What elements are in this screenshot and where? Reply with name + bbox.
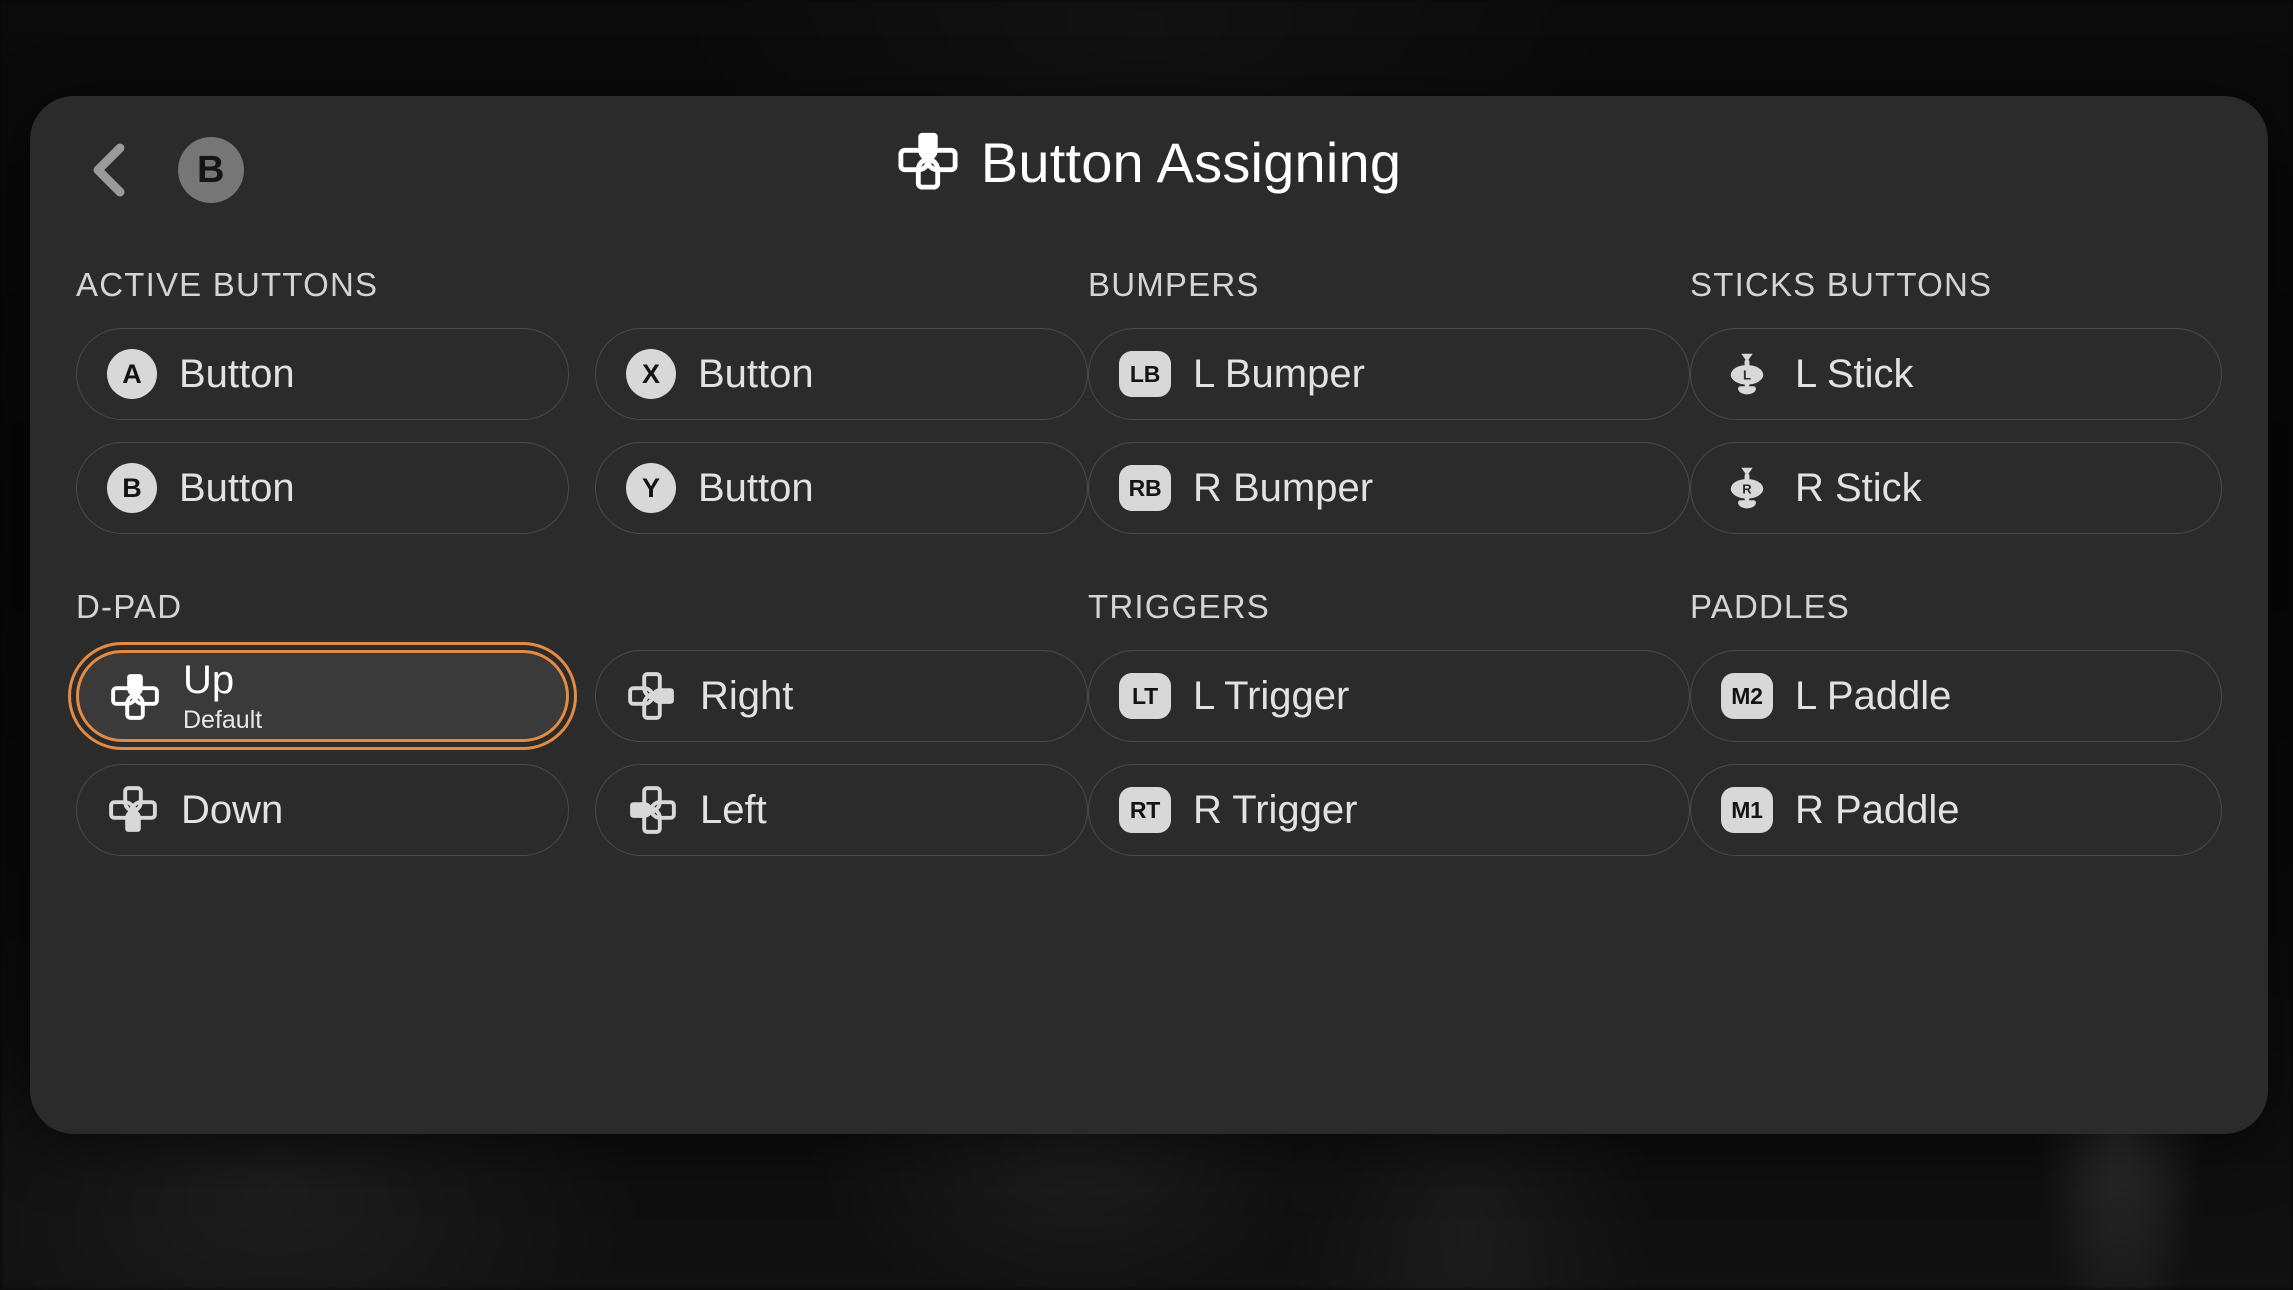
button-y-icon: Y — [626, 463, 676, 513]
section-items-bumpers: LB L Bumper RB R Bumper — [1088, 328, 1690, 534]
dpad-down-icon — [107, 784, 159, 836]
item-label: Left — [700, 788, 767, 832]
svg-text:L: L — [1743, 368, 1751, 383]
svg-text:R: R — [1742, 482, 1752, 497]
section-d-pad: D-PAD Up Default Right Down Left — [76, 588, 1088, 856]
trigger-rt-icon: RT — [1119, 787, 1171, 833]
button-x-icon: X — [626, 349, 676, 399]
dpad-right-icon — [626, 670, 678, 722]
item-button-a[interactable]: A Button — [76, 328, 569, 420]
section-label-triggers: TRIGGERS — [1088, 588, 1270, 625]
button-b-icon: B — [107, 463, 157, 513]
panel-title-group: Button Assigning — [30, 129, 2268, 196]
item-label: L Stick — [1795, 352, 1914, 396]
trigger-lt-icon: LT — [1119, 673, 1171, 719]
section-sticks-buttons: STICKS BUTTONS L L Stick R R Stick — [1690, 266, 2222, 534]
item-l-paddle[interactable]: M2 L Paddle — [1690, 650, 2222, 742]
item-dpad-right[interactable]: Right — [595, 650, 1088, 742]
button-a-icon: A — [107, 349, 157, 399]
section-label-sticks-buttons: STICKS BUTTONS — [1690, 266, 1993, 303]
item-l-trigger[interactable]: LT L Trigger — [1088, 650, 1690, 742]
button-assigning-panel: B Button Assigning ACTIVE BUTTONS A Butt… — [30, 96, 2268, 1134]
section-items-active-buttons: A Button X Button B Button Y Button — [76, 328, 1088, 534]
item-label: L Bumper — [1193, 352, 1365, 396]
dpad-icon — [897, 129, 959, 196]
item-label: R Stick — [1795, 466, 1922, 510]
item-label: Button — [698, 466, 814, 510]
column-right: STICKS BUTTONS L L Stick R R Stick PADDL… — [1690, 266, 2222, 1134]
item-dpad-up[interactable]: Up Default — [76, 650, 569, 742]
dpad-left-icon — [626, 784, 678, 836]
section-bumpers: BUMPERS LB L Bumper RB R Bumper — [1088, 266, 1690, 534]
item-dpad-left[interactable]: Left — [595, 764, 1088, 856]
section-active-buttons: ACTIVE BUTTONS A Button X Button B Butto… — [76, 266, 1088, 534]
section-items-d-pad: Up Default Right Down Left — [76, 650, 1088, 856]
item-label: Down — [181, 788, 284, 832]
paddle-m1-icon: M1 — [1721, 787, 1773, 833]
item-button-b[interactable]: B Button — [76, 442, 569, 534]
item-label: Right — [700, 674, 794, 718]
item-label: Button — [179, 352, 295, 396]
item-label: Up — [183, 657, 235, 702]
section-label-active-buttons: ACTIVE BUTTONS — [76, 266, 379, 303]
section-label-d-pad: D-PAD — [76, 588, 183, 625]
item-label: Button — [698, 352, 814, 396]
item-r-trigger[interactable]: RT R Trigger — [1088, 764, 1690, 856]
item-l-bumper[interactable]: LB L Bumper — [1088, 328, 1690, 420]
stick-right-icon: R — [1721, 462, 1773, 514]
section-label-paddles: PADDLES — [1690, 588, 1851, 625]
section-items-triggers: LT L Trigger RT R Trigger — [1088, 650, 1690, 856]
item-button-x[interactable]: X Button — [595, 328, 1088, 420]
item-label: R Trigger — [1193, 788, 1358, 832]
item-label: R Bumper — [1193, 466, 1374, 510]
panel-header: B Button Assigning — [30, 96, 2268, 266]
item-dpad-down[interactable]: Down — [76, 764, 569, 856]
item-label: Button — [179, 466, 295, 510]
item-button-y[interactable]: Y Button — [595, 442, 1088, 534]
item-r-paddle[interactable]: M1 R Paddle — [1690, 764, 2222, 856]
page-title: Button Assigning — [980, 130, 1402, 194]
section-items-paddles: M2 L Paddle M1 R Paddle — [1690, 650, 2222, 856]
item-r-bumper[interactable]: RB R Bumper — [1088, 442, 1690, 534]
section-items-sticks-buttons: L L Stick R R Stick — [1690, 328, 2222, 534]
section-paddles: PADDLES M2 L Paddle M1 R Paddle — [1690, 588, 2222, 856]
item-l-stick[interactable]: L L Stick — [1690, 328, 2222, 420]
item-label: L Paddle — [1795, 674, 1952, 718]
sections-grid: ACTIVE BUTTONS A Button X Button B Butto… — [30, 266, 2268, 1134]
column-middle: BUMPERS LB L Bumper RB R Bumper TRIGGERS… — [1088, 266, 1690, 1134]
item-r-stick[interactable]: R R Stick — [1690, 442, 2222, 534]
item-label: R Paddle — [1795, 788, 1960, 832]
bumper-rb-icon: RB — [1119, 465, 1171, 511]
item-label: L Trigger — [1193, 674, 1350, 718]
column-left: ACTIVE BUTTONS A Button X Button B Butto… — [76, 266, 1088, 1134]
dpad-up-icon — [109, 670, 161, 722]
paddle-m2-icon: M2 — [1721, 673, 1773, 719]
bumper-lb-icon: LB — [1119, 351, 1171, 397]
item-sublabel: Default — [183, 705, 263, 734]
section-label-bumpers: BUMPERS — [1088, 266, 1260, 303]
stick-left-icon: L — [1721, 348, 1773, 400]
section-triggers: TRIGGERS LT L Trigger RT R Trigger — [1088, 588, 1690, 856]
